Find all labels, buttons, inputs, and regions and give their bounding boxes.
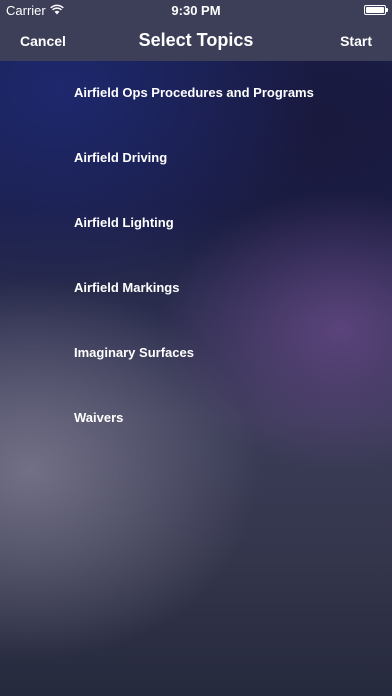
topic-label: Waivers (74, 410, 124, 425)
status-time: 9:30 PM (171, 3, 221, 18)
topic-label: Airfield Ops Procedures and Programs (74, 85, 314, 100)
battery-icon (364, 5, 388, 15)
page-title: Select Topics (138, 30, 254, 50)
topic-label: Airfield Driving (74, 150, 168, 165)
topic-item-airfield-ops-procedures[interactable]: Airfield Ops Procedures and Programs (0, 60, 392, 125)
topic-item-waivers[interactable]: Waivers (0, 385, 392, 450)
status-bar: Carrier 9:30 PM (0, 0, 392, 20)
topic-item-airfield-driving[interactable]: Airfield Driving (0, 125, 392, 190)
topic-item-airfield-lighting[interactable]: Airfield Lighting (0, 190, 392, 255)
topic-item-imaginary-surfaces[interactable]: Imaginary Surfaces (0, 320, 392, 385)
start-button[interactable]: Start (340, 33, 372, 49)
topic-label: Imaginary Surfaces (74, 345, 194, 360)
topic-label: Airfield Lighting (74, 215, 174, 230)
topic-label: Airfield Markings (74, 280, 180, 295)
topic-item-airfield-markings[interactable]: Airfield Markings (0, 255, 392, 320)
topic-list: Airfield Ops Procedures and Programs Air… (0, 60, 392, 450)
screen: Carrier 9:30 PM Cancel Select Topics Sta… (0, 0, 392, 696)
navigation-bar: Cancel Select Topics Start (0, 20, 392, 61)
